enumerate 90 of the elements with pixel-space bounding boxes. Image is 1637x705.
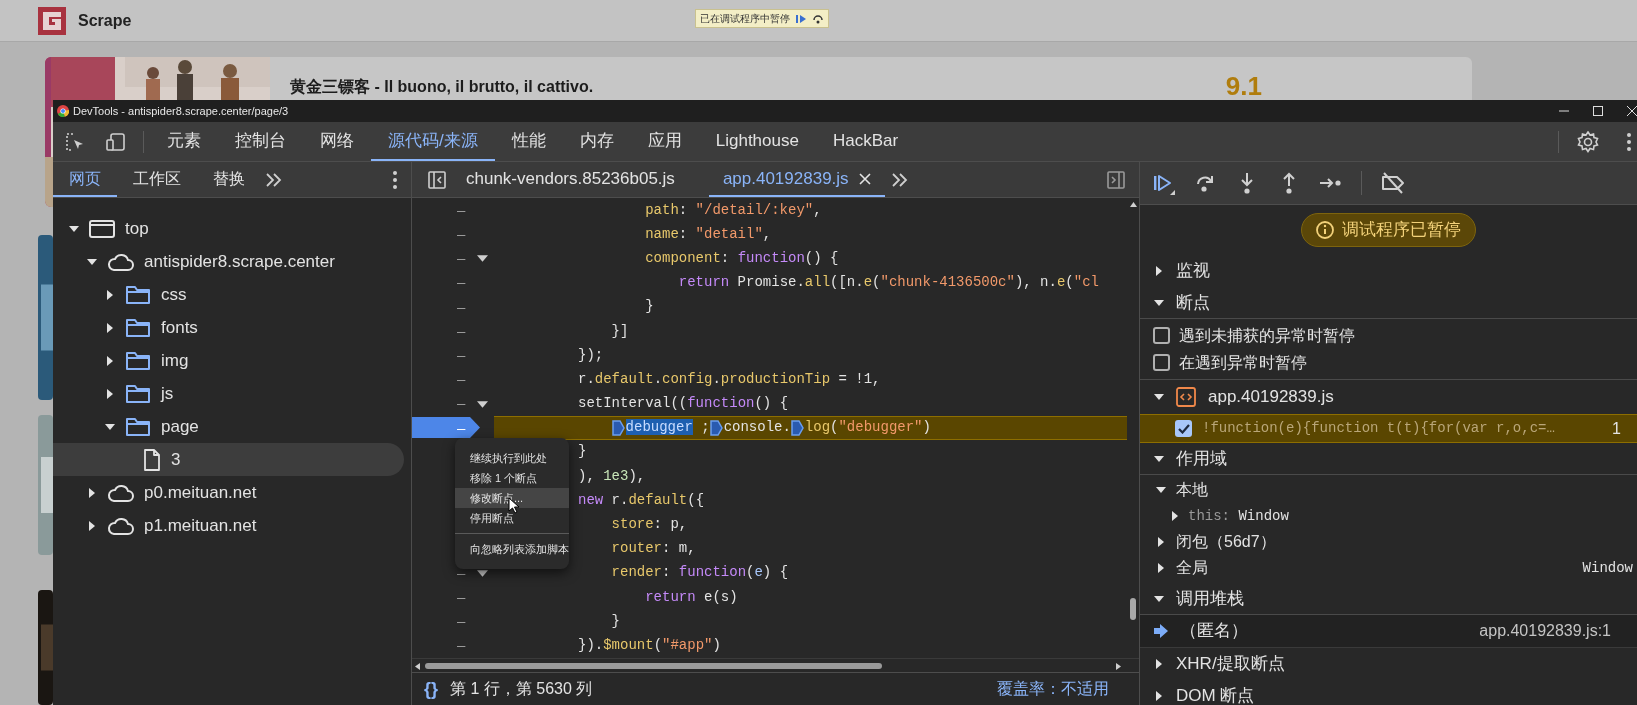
line-marker: – (457, 417, 466, 438)
tree-item[interactable]: 3 (53, 443, 404, 476)
line-marker: – (457, 393, 466, 414)
code-line: }); (578, 345, 604, 365)
checkbox-label: 在遇到异常时暂停 (1179, 352, 1307, 373)
line-marker: – (457, 562, 466, 583)
window-title: DevTools - antispider8.scrape.center/page/3 (73, 103, 289, 119)
devtools-tab[interactable]: 内存 (562, 122, 631, 161)
tree-item[interactable]: top (53, 212, 411, 245)
banner-text: 已在调试程序中暂停 (700, 12, 790, 26)
code-line: ), 1e3), (578, 466, 646, 486)
code-text: debugger ; (625, 418, 710, 438)
line-marker: – (457, 199, 466, 220)
line-marker: – (457, 635, 466, 656)
scope-value: Window (1582, 558, 1633, 578)
tree-item[interactable]: antispider8.scrape.center (53, 245, 411, 278)
tree-item[interactable]: img (53, 344, 411, 377)
line-marker: – (457, 611, 466, 632)
devtools-tab[interactable]: 控制台 (218, 122, 303, 161)
line-marker: – (457, 320, 466, 341)
tree-item[interactable]: p0.meituan.net (53, 476, 411, 509)
devtools-tab[interactable]: 应用 (630, 122, 699, 161)
devtools-tab[interactable]: 网络 (303, 122, 371, 161)
devtools-tab[interactable]: Lighthouse (698, 122, 816, 161)
section-title[interactable]: XHR/提取断点 (1176, 651, 1285, 677)
code-line: } (578, 442, 587, 462)
code-line: r.default.config.productionTip = !1, (578, 369, 881, 389)
code-line: component: function() { (645, 248, 839, 268)
devtools-tab[interactable]: 元素 (150, 122, 218, 161)
code-line: } (645, 297, 654, 317)
scope-name[interactable]: 本地 (1176, 478, 1208, 502)
menu-item[interactable]: 移除 1 个断点 (455, 468, 569, 488)
code-line: new r.default({ (578, 490, 705, 510)
code-line: setInterval((function() { (578, 394, 789, 414)
breakpoint-file-name[interactable]: app.40192839.js (1208, 384, 1334, 410)
line-marker: – (457, 586, 466, 607)
section-title[interactable]: 断点 (1176, 289, 1210, 316)
section-title[interactable]: 调用堆栈 (1176, 585, 1244, 612)
tree-item[interactable]: js (53, 377, 411, 410)
code-line: } (611, 611, 620, 631)
checkbox-label: 遇到未捕获的异常时暂停 (1179, 325, 1355, 346)
code-line: router: m, (611, 539, 696, 559)
code-line: name: "detail", (645, 224, 772, 244)
frame-name: （匿名） (1180, 620, 1248, 643)
code-line: render: function(e) { (611, 563, 789, 583)
frame-location: app.40192839.js:1 (1479, 621, 1611, 641)
section-title[interactable]: DOM 断点 (1176, 683, 1255, 705)
tree-item[interactable]: p1.meituan.net (53, 509, 411, 542)
tree-item[interactable]: fonts (53, 311, 411, 344)
line-marker: – (457, 369, 466, 390)
code-line: return e(s) (645, 587, 738, 607)
navigator-tab[interactable]: 替换 (197, 162, 261, 197)
section-title[interactable]: 监视 (1176, 258, 1210, 284)
menu-item[interactable]: 继续执行到此处 (455, 448, 569, 468)
scope-name[interactable]: 闭包（56d7） (1176, 530, 1276, 554)
tree-item[interactable]: css (53, 278, 411, 311)
movie-score: 9.1 (1225, 70, 1262, 103)
paused-badge-text: 调试程序已暂停 (1342, 219, 1461, 242)
pretty-print-button[interactable]: {} (424, 675, 438, 703)
line-marker: – (457, 224, 466, 245)
line-marker: – (457, 344, 466, 365)
breakpoint-code: !function(e){function t(t){for(var r,o,c=… (1202, 419, 1555, 438)
site-name[interactable]: Scrape (78, 8, 132, 33)
code-line: store: p, (611, 515, 688, 535)
line-marker: – (457, 272, 466, 293)
scope-name[interactable]: 全局 (1176, 556, 1208, 580)
menu-item[interactable]: 停用断点 (455, 508, 569, 528)
coverage-link[interactable]: 覆盖率：不适用 (997, 677, 1109, 701)
code-line: path: "/detail/:key", (645, 200, 822, 220)
line-marker: – (457, 296, 466, 317)
call-frame[interactable]: （匿名） app.40192839.js:1 (1140, 615, 1637, 648)
movie-title[interactable]: 黄金三镖客 - Il buono, il brutto, il cattivo. (290, 78, 594, 95)
devtools-tab[interactable]: 性能 (494, 122, 563, 161)
cursor-position: 第 1 行，第 5630 列 (450, 679, 593, 699)
menu-item[interactable]: 向忽略列表添加脚本 (455, 539, 569, 559)
breakpoint-line: 1 (1612, 418, 1621, 439)
code-line: }).$mount("#app") (578, 635, 721, 655)
breakpoint-row[interactable]: !function(e){function t(t){for(var r,o,c=… 1 (1140, 414, 1637, 443)
file-tab[interactable]: chunk-vendors.85236b05.js (452, 162, 689, 197)
code-line: return Promise.all([n.e("chunk-4136500c"), n.e("cl (678, 273, 1099, 293)
navigator-tab[interactable]: 工作区 (117, 162, 197, 197)
tree-item[interactable]: page (53, 410, 411, 443)
code-text: log("debugger") (804, 418, 931, 438)
code-line: }] (611, 321, 629, 341)
devtools-tab[interactable]: HackBar (815, 122, 916, 161)
section-title[interactable]: 作用域 (1176, 445, 1227, 472)
code-text: console. (723, 418, 791, 438)
line-marker: – (457, 248, 466, 269)
navigator-tab[interactable]: 网页 (53, 162, 117, 197)
scope-property[interactable]: this: Window (1188, 505, 1289, 527)
